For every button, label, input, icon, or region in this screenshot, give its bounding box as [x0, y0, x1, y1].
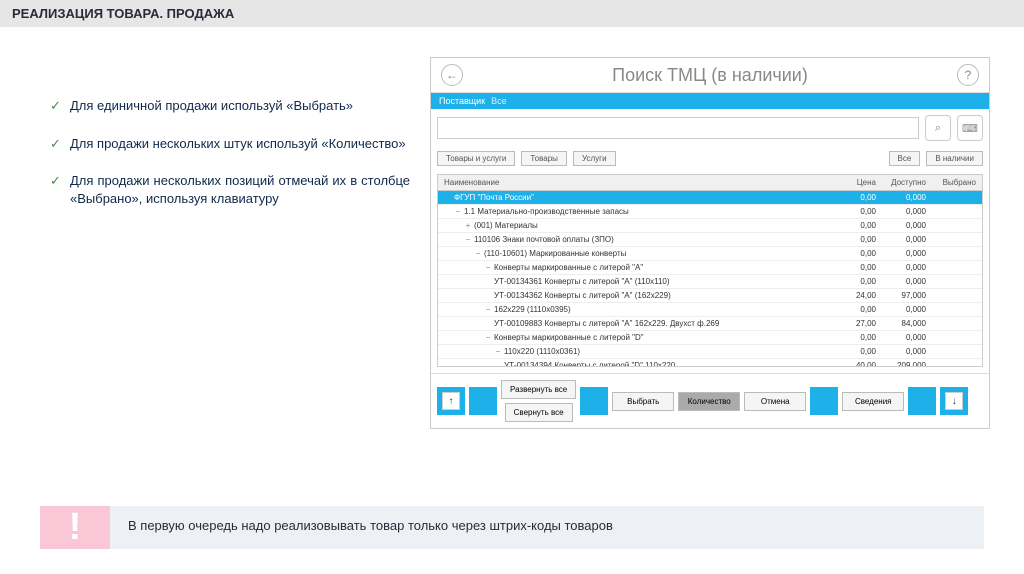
col-name: Наименование [438, 175, 832, 190]
instruction-panel: Для единичной продажи используй «Выбрать… [0, 57, 410, 429]
table-row[interactable]: УТ-00134361 Конверты с литерой "А" (110x… [438, 275, 982, 289]
table-body[interactable]: −ФГУП "Почта России"0,000,000−1.1 Матери… [438, 191, 982, 366]
content: Для единичной продажи используй «Выбрать… [0, 27, 1024, 429]
table-row[interactable]: −1.1 Материально-производственные запасы… [438, 205, 982, 219]
page-title: РЕАЛИЗАЦИЯ ТОВАРА. ПРОДАЖА [0, 0, 1024, 27]
table-row[interactable]: −110x220 (1110x0361)0,000,000 [438, 345, 982, 359]
back-button[interactable]: ← [441, 64, 463, 86]
col-price: Цена [832, 175, 882, 190]
supplier-value: Все [491, 96, 507, 106]
filter-services[interactable]: Услуги [573, 151, 616, 166]
alert-icon: ! [40, 506, 110, 549]
search-input[interactable] [437, 117, 919, 139]
scroll-down-far[interactable]: ↓ [940, 387, 968, 415]
filter-instock[interactable]: В наличии [926, 151, 983, 166]
collapse-all-button[interactable]: Свернуть все [505, 403, 573, 422]
col-stock: Доступно [882, 175, 932, 190]
filter-row: Товары и услуги Товары Услуги Все В нали… [431, 147, 989, 174]
table-row[interactable]: УТ-00134394 Конверты с литерой "D" 110x2… [438, 359, 982, 366]
filter-all[interactable]: Все [889, 151, 921, 166]
search-bar: ⌕ ⌨ [431, 109, 989, 147]
keyboard-icon[interactable]: ⌨ [957, 115, 983, 141]
table-row[interactable]: УТ-00134362 Конверты с литерой "А" (162x… [438, 289, 982, 303]
filter-goods-services[interactable]: Товары и услуги [437, 151, 515, 166]
filter-goods[interactable]: Товары [521, 151, 567, 166]
search-icon[interactable]: ⌕ [925, 115, 951, 141]
app-screenshot: ← Поиск ТМЦ (в наличии) ? Поставщик Все … [430, 57, 990, 429]
table-row[interactable]: −162x229 (1110x0395)0,000,000 [438, 303, 982, 317]
table: Наименование Цена Доступно Выбрано −ФГУП… [437, 174, 983, 367]
table-row[interactable]: УТ-00109883 Конверты с литерой "А" 162x2… [438, 317, 982, 331]
info-button[interactable]: Сведения [842, 392, 904, 411]
table-row[interactable]: +(001) Материалы0,000,000 [438, 219, 982, 233]
bullet-item: Для единичной продажи используй «Выбрать… [50, 97, 410, 115]
select-button[interactable]: Выбрать [612, 392, 674, 411]
cancel-button[interactable]: Отмена [744, 392, 806, 411]
table-row[interactable]: −110106 Знаки почтовой оплаты (ЗПО)0,000… [438, 233, 982, 247]
alert: ! В первую очередь надо реализовывать то… [40, 506, 984, 549]
toolbar-spacer [908, 387, 936, 415]
table-row[interactable]: −ФГУП "Почта России"0,000,000 [438, 191, 982, 205]
supplier-label: Поставщик [439, 96, 485, 106]
bottom-toolbar: ↑ Развернуть все Свернуть все Выбрать Ко… [431, 373, 989, 428]
toolbar-spacer [810, 387, 838, 415]
app-title: Поиск ТМЦ (в наличии) [612, 65, 808, 86]
alert-text: В первую очередь надо реализовывать това… [110, 506, 984, 549]
expand-all-button[interactable]: Развернуть все [501, 380, 576, 399]
bullet-item: Для продажи нескольких штук используй «К… [50, 135, 410, 153]
supplier-bar: Поставщик Все [431, 93, 989, 109]
scroll-up-far[interactable]: ↑ [437, 387, 465, 415]
quantity-button[interactable]: Количество [678, 392, 740, 411]
app-title-bar: ← Поиск ТМЦ (в наличии) ? [431, 58, 989, 93]
table-row[interactable]: −Конверты маркированные с литерой "D"0,0… [438, 331, 982, 345]
help-button[interactable]: ? [957, 64, 979, 86]
toolbar-spacer [469, 387, 497, 415]
toolbar-spacer [580, 387, 608, 415]
table-row[interactable]: −(110-10601) Маркированные конверты0,000… [438, 247, 982, 261]
col-selected: Выбрано [932, 175, 982, 190]
table-header: Наименование Цена Доступно Выбрано [438, 175, 982, 191]
bullet-item: Для продажи нескольких позиций отмечай и… [50, 172, 410, 207]
table-row[interactable]: −Конверты маркированные с литерой "А"0,0… [438, 261, 982, 275]
